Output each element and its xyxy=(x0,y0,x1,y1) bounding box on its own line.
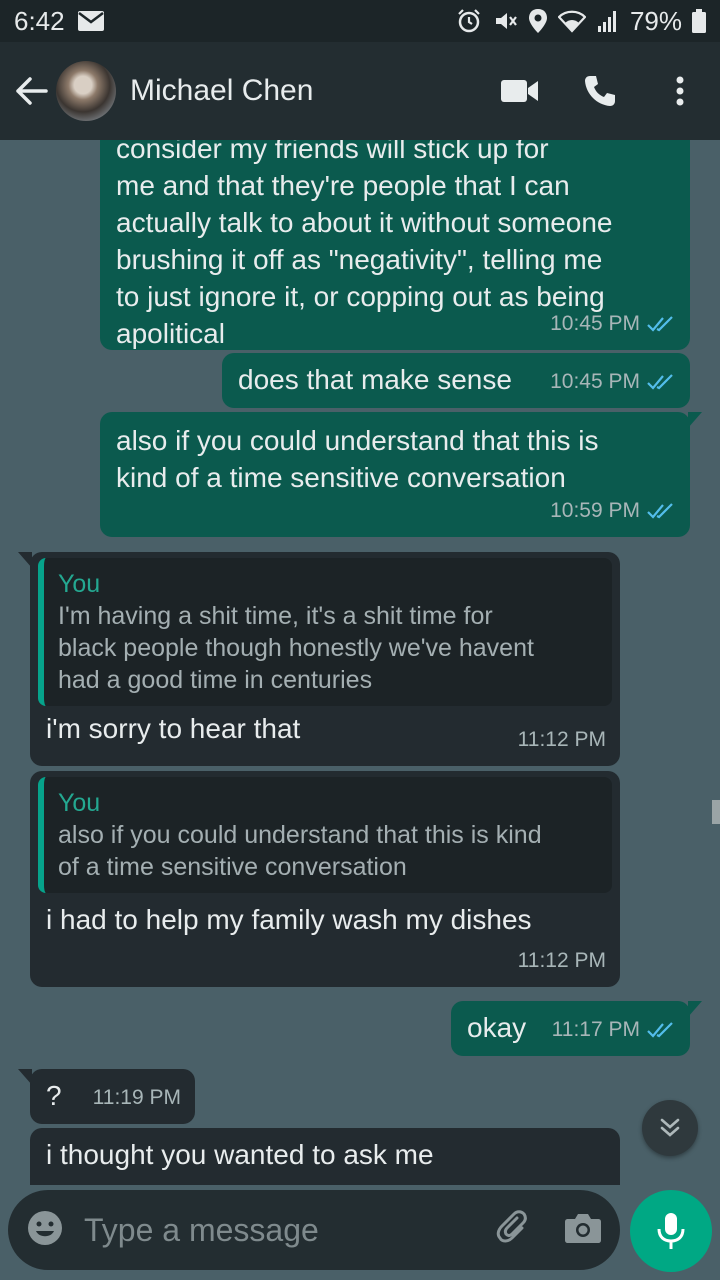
double-check-icon xyxy=(647,1021,673,1038)
message-meta: 10:59 PM xyxy=(550,492,676,529)
chat-area[interactable]: consider my friends will stick up for me… xyxy=(0,140,720,1185)
contact-name[interactable]: Michael Chen xyxy=(130,74,313,108)
mute-icon xyxy=(492,8,518,34)
quote-line: had a good time in centuries xyxy=(58,666,373,694)
more-vertical-icon[interactable] xyxy=(640,61,720,121)
quoted-message[interactable]: You I'm having a shit time, it's a shit … xyxy=(38,558,612,706)
message-line: actually talk to about it without someon… xyxy=(116,207,613,238)
camera-icon[interactable] xyxy=(564,1212,602,1249)
location-icon xyxy=(528,8,548,34)
status-time: 6:42 xyxy=(14,5,65,36)
message-line: consider my friends will stick up for xyxy=(116,140,549,164)
message-meta: 11:17 PM xyxy=(552,1011,676,1048)
message-text: i thought you wanted to ask me xyxy=(46,1139,434,1170)
quote-line: also if you could understand that this i… xyxy=(58,821,542,849)
message-line: me and that they're people that I can xyxy=(116,170,570,201)
message-meta: 10:45 PM xyxy=(550,305,676,342)
outgoing-message[interactable]: does that make sense 10:45 PM xyxy=(222,353,690,408)
message-meta: 10:45 PM xyxy=(550,363,676,400)
message-time: 11:12 PM xyxy=(517,728,606,751)
message-meta: 11:12 PM xyxy=(518,721,606,758)
message-line: brushing it off as "negativity", telling… xyxy=(116,244,603,275)
outgoing-message[interactable]: also if you could understand that this i… xyxy=(100,412,702,537)
arrow-left-icon[interactable] xyxy=(10,69,54,113)
message-text: i had to help my family wash my dishes xyxy=(46,904,532,935)
phone-icon[interactable] xyxy=(560,61,640,121)
double-check-icon xyxy=(647,315,673,332)
quote-line: I'm having a shit time, it's a shit time… xyxy=(58,602,493,630)
quote-line: of a time sensitive conversation xyxy=(58,853,407,881)
status-bar: 6:42 79% xyxy=(0,0,720,42)
incoming-message[interactable]: ? 11:19 PM xyxy=(18,1069,195,1124)
quote-line: black people though honestly we've haven… xyxy=(58,634,534,662)
message-meta: 11:12 PM xyxy=(518,942,606,979)
video-camera-icon[interactable] xyxy=(480,61,560,121)
message-time: 10:45 PM xyxy=(550,312,640,335)
chevron-double-down-icon[interactable] xyxy=(642,1100,698,1156)
wifi-icon xyxy=(557,9,586,33)
quote-author: You xyxy=(58,570,101,598)
message-time: 11:17 PM xyxy=(551,1018,640,1041)
message-time: 10:45 PM xyxy=(550,370,640,393)
microphone-icon[interactable] xyxy=(630,1190,712,1272)
alarm-icon xyxy=(456,8,482,34)
message-time: 11:12 PM xyxy=(517,949,606,972)
avatar[interactable] xyxy=(56,61,116,121)
incoming-message[interactable]: You also if you could understand that th… xyxy=(30,771,620,987)
outgoing-message[interactable]: consider my friends will stick up for me… xyxy=(100,140,690,350)
signal-icon xyxy=(596,9,620,33)
scrollbar-thumb[interactable] xyxy=(712,800,720,824)
message-composer[interactable]: Type a message xyxy=(8,1190,620,1270)
message-line: kind of a time sensitive conversation xyxy=(116,462,566,493)
message-time: 10:59 PM xyxy=(550,499,640,522)
quoted-message[interactable]: You also if you could understand that th… xyxy=(38,777,612,893)
outgoing-message[interactable]: okay 11:17 PM xyxy=(451,1001,702,1056)
message-time: 11:19 PM xyxy=(92,1086,181,1109)
paperclip-icon[interactable] xyxy=(494,1208,534,1253)
message-input[interactable]: Type a message xyxy=(84,1212,319,1249)
battery-percent: 79% xyxy=(629,5,682,36)
mail-icon xyxy=(77,10,105,32)
message-meta: 11:19 PM xyxy=(93,1079,181,1116)
chat-header: Michael Chen xyxy=(0,42,720,140)
incoming-message[interactable]: You I'm having a shit time, it's a shit … xyxy=(18,552,620,766)
double-check-icon xyxy=(647,502,673,519)
message-line: also if you could understand that this i… xyxy=(116,425,599,456)
battery-icon xyxy=(692,9,706,33)
double-check-icon xyxy=(647,373,673,390)
quote-author: You xyxy=(58,789,101,817)
incoming-message[interactable]: i thought you wanted to ask me xyxy=(30,1128,620,1185)
emoji-icon[interactable] xyxy=(26,1209,64,1252)
